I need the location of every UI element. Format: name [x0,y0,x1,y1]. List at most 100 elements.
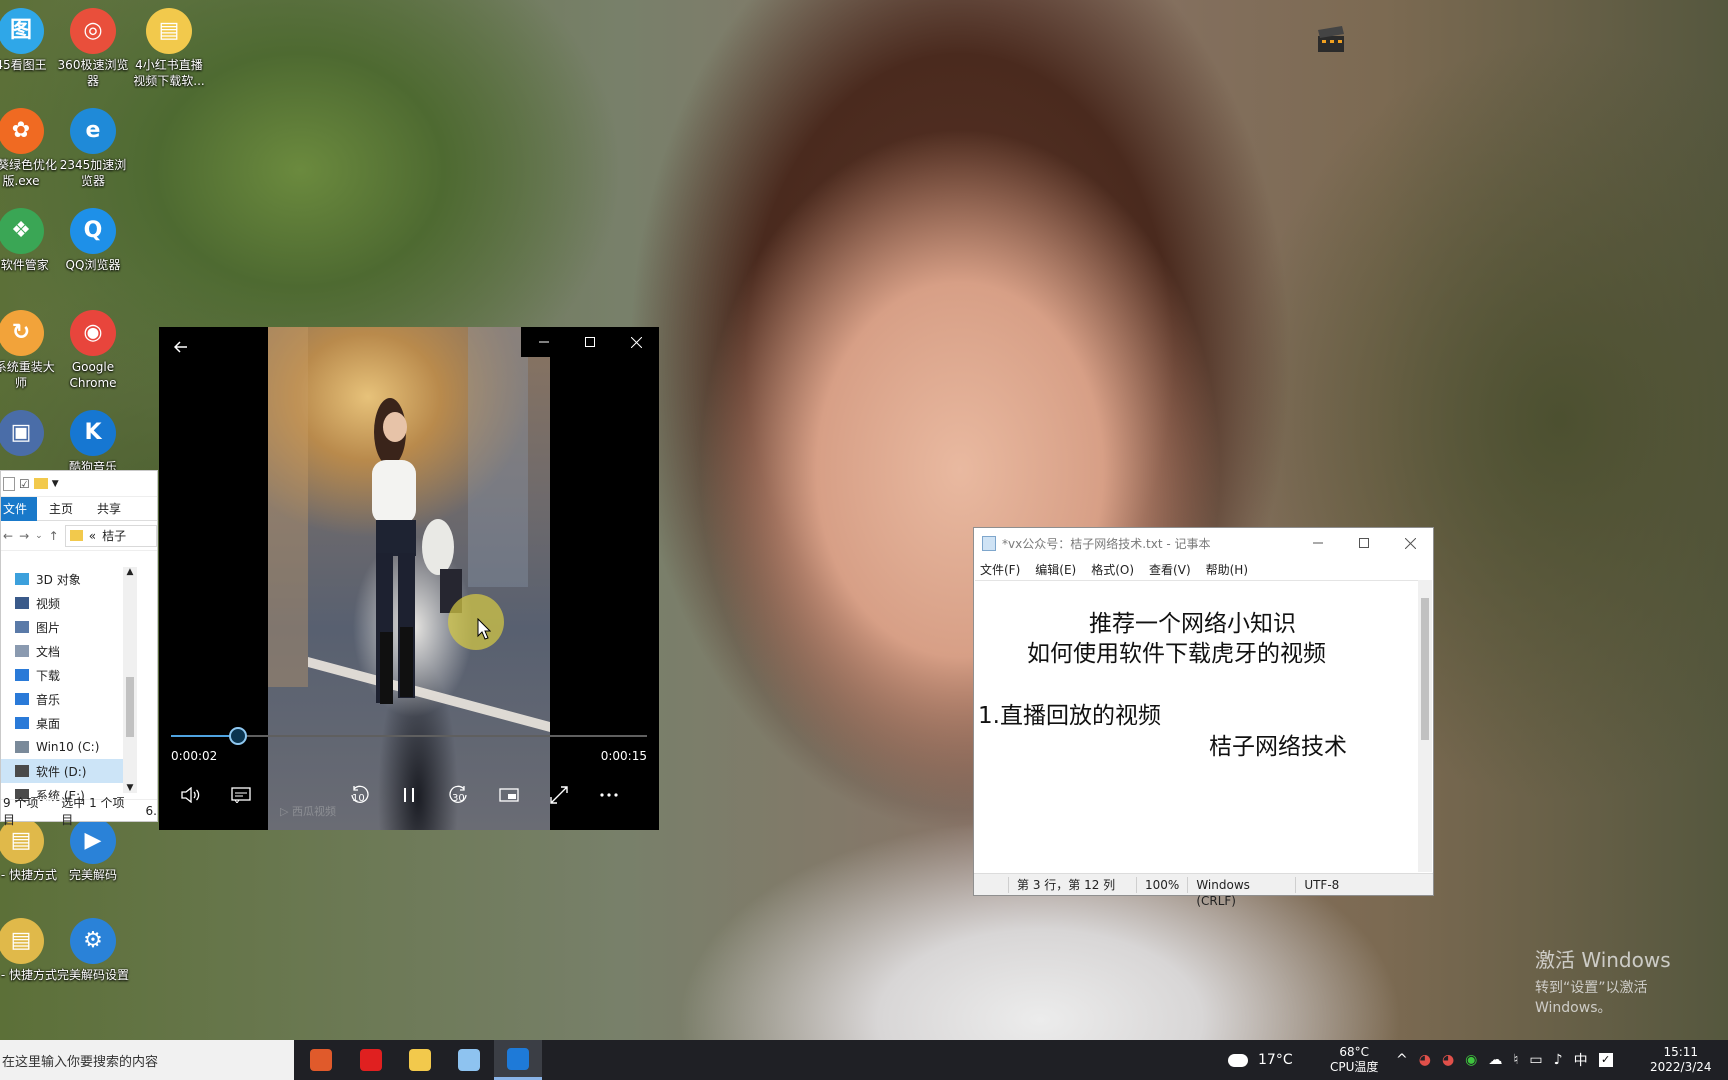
menu-format[interactable]: 格式(O) [1091,561,1134,578]
desktop-icon[interactable]: ⚙ 完美解码设置 [56,918,130,983]
tab-file[interactable]: 文件 [1,496,38,521]
tree-item[interactable]: 桌面 [1,711,123,735]
volume-icon[interactable]: ♪ [1554,1052,1563,1068]
desktop-icon[interactable]: ▶ 完美解码 [56,818,130,883]
dropdown-icon[interactable]: ▼ [52,479,59,489]
menu-help[interactable]: 帮助(H) [1206,561,1248,578]
tree-item[interactable]: 文档 [1,639,123,663]
desktop-icon[interactable]: ▤具 - 快捷方式 [0,818,58,883]
seek-bar[interactable] [171,727,647,745]
desktop-icon[interactable]: ▣ [0,410,58,459]
wechat-icon[interactable]: ◉ [1465,1052,1477,1068]
scrollbar-thumb[interactable] [126,677,134,737]
taskbar-app[interactable] [347,1040,395,1080]
skip-forward-button[interactable]: 30 [443,779,475,811]
maximize-button[interactable] [567,327,613,357]
mini-view-button[interactable] [493,779,525,811]
desktop-icon[interactable]: ◎ 360极速浏览器 [56,8,130,89]
scrollbar-thumb[interactable] [1421,598,1429,740]
scroll-down-arrow-icon[interactable]: ▼ [123,783,137,793]
tree-item[interactable]: Win10 (C:) [1,735,123,759]
notepad-window[interactable]: *vx公众号：桔子网络技术.txt - 记事本 文件(F) 编辑(E) 格式(O… [973,527,1434,908]
desktop-icon[interactable]: Q QQ浏览器 [56,208,130,273]
input-method-indicator[interactable]: 中 [1574,1050,1588,1070]
onedrive-icon[interactable]: ☁ [1488,1052,1502,1068]
close-button[interactable] [1387,528,1433,558]
minimize-icon [1313,542,1323,544]
desktop-icon[interactable]: ◉ Google Chrome [56,310,130,391]
up-arrow-icon[interactable]: ↑ [49,529,59,543]
show-hidden-icons-icon[interactable]: ^ [1396,1052,1408,1068]
forward-arrow-icon[interactable]: → [19,529,29,543]
tree-item-icon [15,717,29,729]
taskbar-app[interactable] [494,1040,542,1080]
volume-button[interactable] [175,779,207,811]
search-box[interactable]: 在这里输入你要搜索的内容 [0,1040,294,1080]
video-frame[interactable]: ▷ 西瓜视频 [268,327,550,830]
desktop-icon-label: 日葵绿色优化版.exe [0,158,57,188]
desktop-icon[interactable]: ▤ 4小红书直播视频下载软... [132,8,206,89]
skip-back-button[interactable]: 10 [343,779,375,811]
close-button[interactable] [613,327,659,357]
properties-icon[interactable] [3,476,15,491]
desktop-icon[interactable]: K 酷狗音乐 [56,410,130,475]
tree-item[interactable]: 图片 [1,615,123,639]
weather-widget[interactable]: 17°C [1228,1040,1293,1080]
scroll-up-arrow-icon[interactable]: ▲ [123,567,137,577]
back-button[interactable] [165,331,197,363]
fullscreen-button[interactable] [543,779,575,811]
desktop-icon[interactable]: 图 45看图王 [0,8,58,73]
desktop-icon[interactable]: e 2345加速浏览器 [56,108,130,189]
network-icon[interactable]: ▭ [1529,1052,1542,1068]
minimize-button[interactable] [521,327,567,357]
address-bar[interactable]: « 桔子 [64,524,157,547]
fullscreen-icon [550,786,568,804]
file-explorer-window[interactable]: ☑ ▼ 文件 主页 共享 ← → ⌄ ↑ « 桔子 3D 对象 视频 图片 文档下载音… [0,470,158,827]
tree-item-label: 下载 [36,668,61,683]
desktop-icon-label: 0系统重装大师 [0,360,55,390]
seek-bar-thumb[interactable] [228,727,247,745]
tree-item[interactable]: 视频 [1,591,123,615]
system-tray: ^ ◕ ◕ ◉ ☁ ♮ ▭ ♪ 中 ✓ [1396,1040,1613,1080]
cpu-temperature[interactable]: 68°C CPU温度 [1330,1040,1378,1080]
pause-button[interactable] [393,779,425,811]
tree-item[interactable]: 3D 对象 [1,567,123,591]
desktop-icon-label: 具 - 快捷方式 [0,868,57,882]
taskbar-app[interactable] [396,1040,444,1080]
history-chevron-icon[interactable]: ⌄ [35,531,43,541]
desktop-icon[interactable]: ✿ 日葵绿色优化版.exe [0,108,58,189]
video-player-window[interactable]: ▷ 西瓜视频 0:00:02 0:00:15 10 30 [159,327,659,830]
tree-item-icon [15,741,29,753]
back-arrow-icon[interactable]: ← [3,529,13,543]
tree-item[interactable]: 软件 (D:) [1,759,123,783]
taskbar-app[interactable] [445,1040,493,1080]
taskbar-app[interactable] [297,1040,345,1080]
more-options-button[interactable] [593,779,625,811]
new-folder-icon[interactable] [33,478,48,489]
navigation-scrollbar[interactable]: ▲ ▼ [123,567,137,793]
maximize-button[interactable] [1341,528,1387,558]
desktop-icon[interactable]: ▤ 件 - 快捷方式 [0,918,58,983]
desktop-icon[interactable]: ↻ 0系统重装大师 [0,310,58,391]
checkmark-icon[interactable]: ☑ [19,477,30,491]
qq-icon[interactable]: ◕ [1419,1052,1431,1068]
desktop-icon[interactable]: ❖ 0软件管家 [0,208,58,273]
tree-item[interactable]: 音乐 [1,687,123,711]
clapperboard-icon[interactable] [1316,26,1346,54]
tree-item-icon [15,693,29,705]
vertical-scrollbar[interactable] [1418,580,1432,872]
text-editor[interactable]: 推荐一个网络小知识 如何使用软件下载虎牙的视频 1.直播回放的视频 桔子网络技术 [975,580,1419,872]
qq-icon[interactable]: ◕ [1442,1052,1454,1068]
notification-check-icon[interactable]: ✓ [1598,1053,1613,1067]
tree-item[interactable]: 下载 [1,663,123,687]
minimize-button[interactable] [1295,528,1341,558]
menu-file[interactable]: 文件(F) [980,561,1020,578]
menu-view[interactable]: 查看(V) [1149,561,1191,578]
tab-home[interactable]: 主页 [37,500,85,517]
microphone-icon[interactable]: ♮ [1513,1052,1518,1068]
menu-edit[interactable]: 编辑(E) [1035,561,1076,578]
tab-share[interactable]: 共享 [85,500,133,517]
mouse-cursor [477,617,492,643]
clock[interactable]: 15:11 2022/3/24 [1650,1040,1712,1080]
subtitles-button[interactable] [225,779,257,811]
